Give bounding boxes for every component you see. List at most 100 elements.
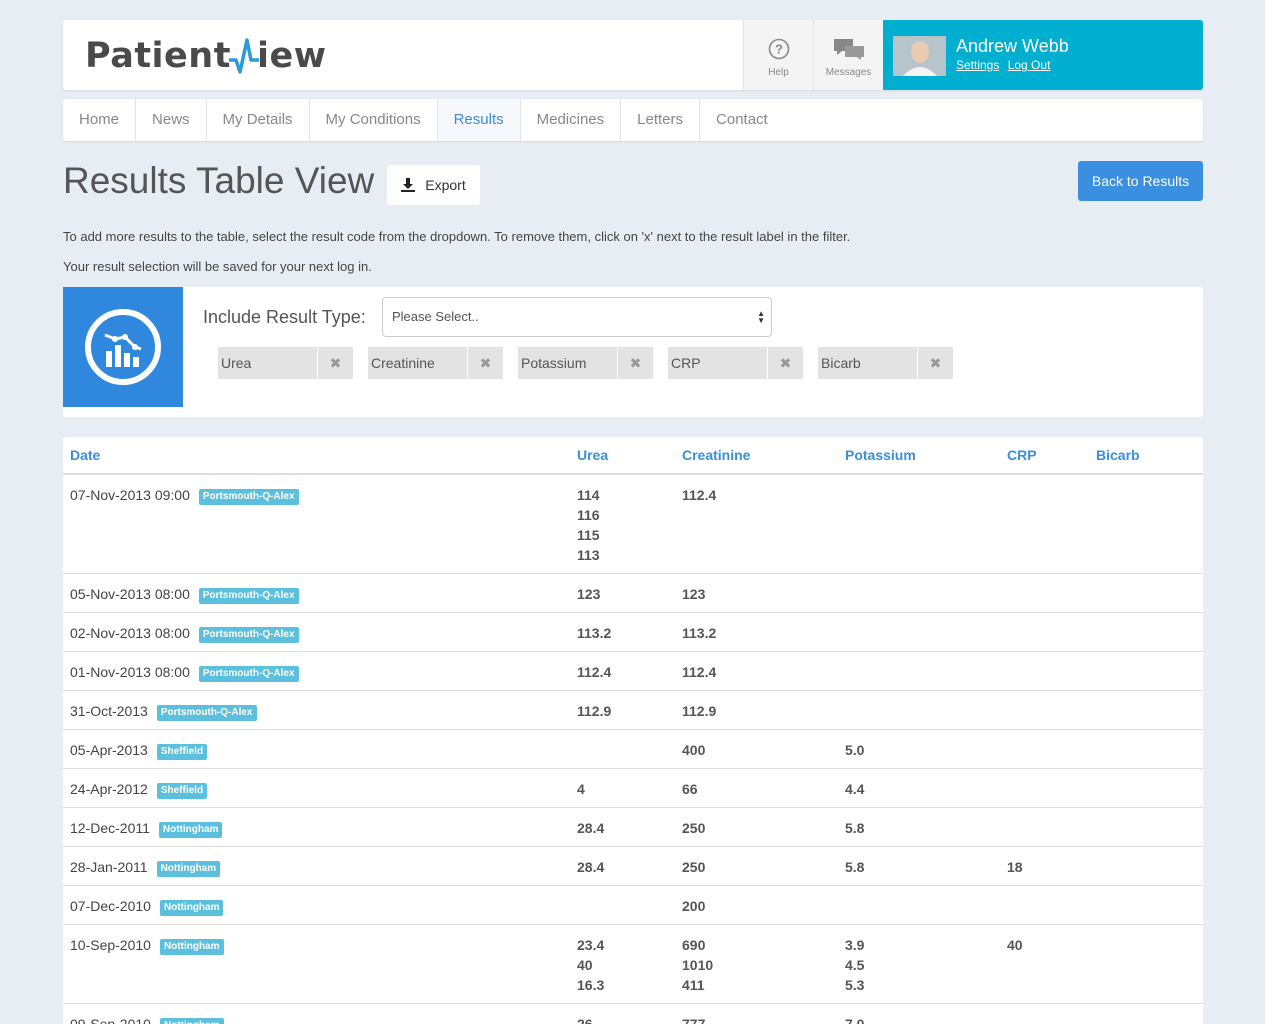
column-header-creatinine[interactable]: Creatinine — [675, 437, 838, 475]
urea-cell: 4 — [570, 768, 675, 808]
crp-cell — [1000, 690, 1089, 730]
potassium-cell — [838, 474, 1000, 574]
urea-value: 112.9 — [577, 703, 612, 719]
logout-link[interactable]: Log Out — [1008, 58, 1051, 72]
potassium-cell: 5.8 — [838, 807, 1000, 847]
select-arrows-icon: ▲ ▼ — [757, 309, 765, 325]
urea-cell — [570, 885, 675, 925]
back-to-results-button[interactable]: Back to Results — [1078, 161, 1203, 201]
source-badge[interactable]: Nottingham — [159, 900, 224, 916]
table-row: 07-Dec-2010 Nottingham 200 — [63, 885, 1203, 925]
nav-item-home[interactable]: Home — [63, 99, 137, 141]
remove-tag-icon[interactable]: ✖ — [767, 347, 803, 379]
column-header-date[interactable]: Date — [63, 437, 570, 475]
potassium-cell — [838, 690, 1000, 730]
nav-item-contact[interactable]: Contact — [700, 99, 784, 141]
date-cell: 28-Jan-2011 Nottingham — [63, 846, 570, 886]
bicarb-cell — [1089, 846, 1203, 886]
potassium-value: 5.3 — [845, 977, 865, 993]
source-badge[interactable]: Nottingham — [156, 861, 221, 877]
nav-item-results[interactable]: Results — [437, 99, 521, 141]
source-badge[interactable]: Nottingham — [159, 1018, 224, 1024]
column-header-bicarb[interactable]: Bicarb — [1089, 437, 1203, 475]
filter-tag: Creatinine ✖ — [368, 347, 503, 379]
date-cell: 02-Nov-2013 08:00 Portsmouth-Q-Alex — [63, 612, 570, 652]
source-badge[interactable]: Sheffield — [156, 783, 208, 799]
bicarb-cell — [1089, 768, 1203, 808]
date-cell: 05-Apr-2013 Sheffield — [63, 729, 570, 769]
filter-tag: CRP ✖ — [668, 347, 803, 379]
filter-tag-label: CRP — [671, 355, 701, 371]
result-date: 31-Oct-2013 — [70, 703, 148, 719]
messages-icon — [814, 38, 883, 62]
source-badge[interactable]: Portsmouth-Q-Alex — [198, 588, 299, 604]
source-badge[interactable]: Nottingham — [158, 822, 223, 838]
source-badge[interactable]: Portsmouth-Q-Alex — [198, 666, 299, 682]
bicarb-cell — [1089, 573, 1203, 613]
source-badge[interactable]: Portsmouth-Q-Alex — [156, 705, 257, 721]
filter-tag: Potassium ✖ — [518, 347, 653, 379]
potassium-cell: 4.4 — [838, 768, 1000, 808]
bicarb-cell — [1089, 807, 1203, 847]
urea-value: 115 — [577, 527, 600, 543]
help-icon: ? — [744, 38, 813, 62]
column-header-urea[interactable]: Urea — [570, 437, 675, 475]
remove-tag-icon[interactable]: ✖ — [467, 347, 503, 379]
nav-item-letters[interactable]: Letters — [621, 99, 701, 141]
creatinine-value: 411 — [682, 977, 705, 993]
remove-tag-icon[interactable]: ✖ — [617, 347, 653, 379]
info-text-1: To add more results to the table, select… — [63, 229, 851, 244]
source-badge[interactable]: Portsmouth-Q-Alex — [198, 489, 299, 505]
messages-button[interactable]: Messages — [813, 20, 883, 90]
potassium-value: 5.8 — [845, 820, 865, 836]
result-date: 12-Dec-2011 — [70, 820, 150, 836]
table-row: 09-Sep-2010 Nottingham 26 777 7.0 — [63, 1003, 1203, 1024]
source-badge[interactable]: Sheffield — [156, 744, 208, 760]
nav-item-my-conditions[interactable]: My Conditions — [310, 99, 438, 141]
help-label: Help — [768, 67, 789, 78]
urea-value: 23.4 — [577, 937, 605, 953]
urea-value: 112.4 — [577, 664, 612, 680]
logo-text-left: Patient — [85, 36, 231, 76]
export-button[interactable]: Export — [387, 165, 480, 205]
column-header-crp[interactable]: CRP — [1000, 437, 1089, 475]
bicarb-cell — [1089, 1003, 1203, 1024]
potassium-cell: 5.8 — [838, 846, 1000, 886]
crp-cell — [1000, 612, 1089, 652]
source-badge[interactable]: Nottingham — [159, 939, 224, 955]
remove-tag-icon[interactable]: ✖ — [917, 347, 953, 379]
table-row: 07-Nov-2013 09:00 Portsmouth-Q-Alex 114 116… — [63, 474, 1203, 574]
remove-tag-icon[interactable]: ✖ — [317, 347, 353, 379]
urea-cell: 113.2 — [570, 612, 675, 652]
creatinine-cell: 112.4 — [675, 651, 838, 691]
urea-cell: 23.4 40 16.3 — [570, 924, 675, 1004]
date-cell: 07-Nov-2013 09:00 Portsmouth-Q-Alex — [63, 474, 570, 574]
date-cell: 12-Dec-2011 Nottingham — [63, 807, 570, 847]
table-row: 28-Jan-2011 Nottingham 28.4 250 5.8 18 — [63, 846, 1203, 886]
potassium-value: 5.0 — [845, 742, 865, 758]
potassium-value: 3.9 — [845, 937, 865, 953]
column-header-potassium[interactable]: Potassium — [838, 437, 1000, 475]
user-name: Andrew Webb — [956, 36, 1069, 56]
urea-cell: 114 116 115 113 — [570, 474, 675, 574]
creatinine-value: 690 — [682, 937, 706, 953]
result-date: 24-Apr-2012 — [70, 781, 148, 797]
patientview-logo[interactable]: Patient iew — [85, 36, 327, 76]
creatinine-value: 200 — [682, 898, 706, 914]
chart-filter-icon — [63, 287, 183, 407]
main-nav: Home News My Details My Conditions Resul… — [63, 99, 1203, 141]
creatinine-cell: 112.9 — [675, 690, 838, 730]
bicarb-cell — [1089, 885, 1203, 925]
nav-item-my-details[interactable]: My Details — [207, 99, 310, 141]
results-table: Date Urea Creatinine Potassium CRP Bicar… — [63, 437, 1203, 1024]
source-badge[interactable]: Portsmouth-Q-Alex — [198, 627, 299, 643]
date-cell: 05-Nov-2013 08:00 Portsmouth-Q-Alex — [63, 573, 570, 613]
result-type-select[interactable]: Please Select.. ▲ ▼ — [382, 297, 772, 337]
settings-link[interactable]: Settings — [956, 58, 999, 72]
result-date: 05-Apr-2013 — [70, 742, 148, 758]
help-button[interactable]: ? Help — [743, 20, 813, 90]
creatinine-value: 112.4 — [682, 664, 717, 680]
nav-item-medicines[interactable]: Medicines — [521, 99, 622, 141]
nav-item-news[interactable]: News — [136, 99, 207, 141]
urea-value: 113.2 — [577, 625, 612, 641]
